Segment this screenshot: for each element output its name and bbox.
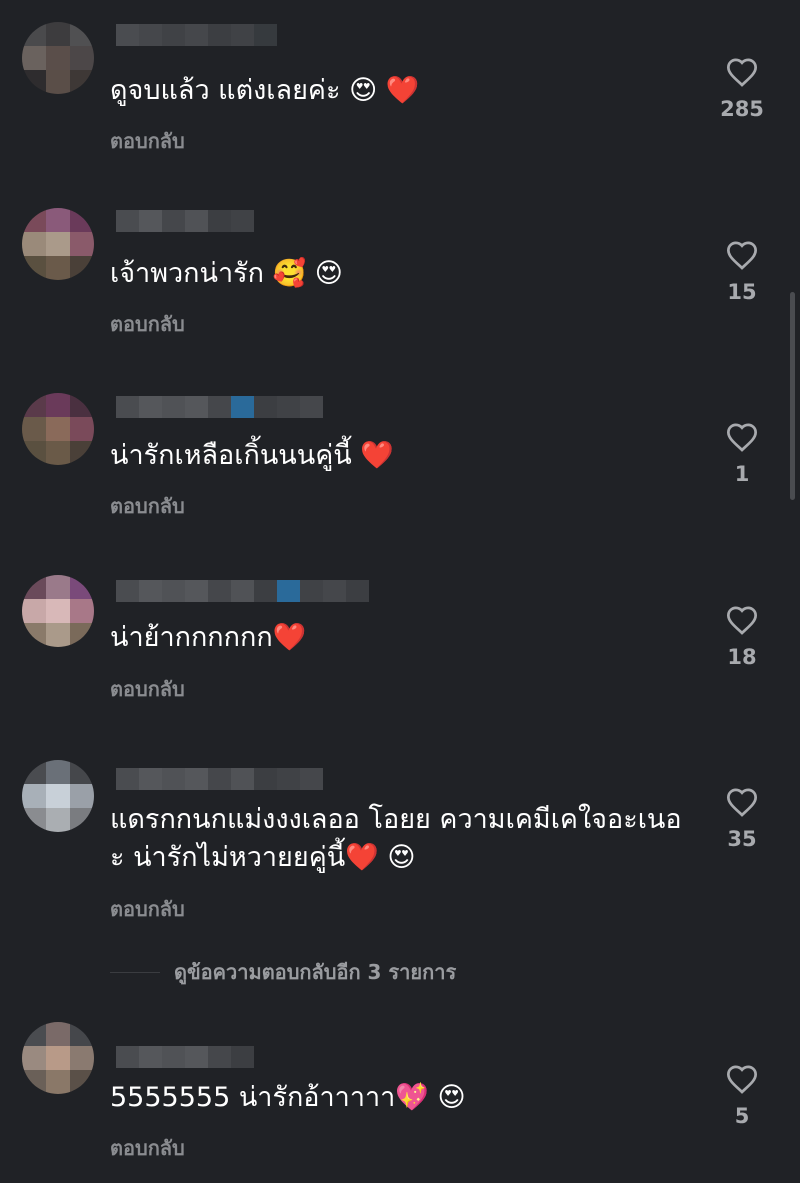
emoji: ❤️ 😍 [345,842,416,873]
username[interactable] [116,396,323,418]
comment-text: น่าย้ากกกกกก❤️ [110,622,307,653]
like-count: 1 [734,462,750,486]
comment-text: ดูจบแล้ว แต่งเลยค่ะ 😍 ❤️ [110,75,420,106]
like-button[interactable]: 15 [705,240,779,304]
username[interactable] [116,24,277,46]
divider [110,971,160,973]
comment-text: น่ารักเหลือเกิ้นนนคู่นี้ ❤️ [110,440,394,471]
reply-button[interactable]: ตอบกลับ [110,1132,185,1164]
like-button[interactable]: 18 [705,605,779,669]
username[interactable] [116,768,323,790]
heart-outline-icon [726,788,758,817]
emoji: ❤️ [272,622,307,653]
comment-text: 5555555 น่ารักอ้าาาาา💖 😍 [110,1082,466,1113]
emoji: ❤️ [360,440,394,471]
heart-outline-icon [726,423,758,452]
username[interactable] [116,580,369,602]
emoji: 😍 ❤️ [349,75,420,106]
comment-text: เจ้าพวกน่ารัก 🥰 😍 [110,258,343,289]
like-button[interactable]: 5 [705,1064,779,1128]
avatar[interactable] [22,1022,94,1094]
emoji: 💖 😍 [395,1082,466,1113]
emoji: 🥰 😍 [272,258,343,289]
avatar[interactable] [22,760,94,832]
reply-button[interactable]: ตอบกลับ [110,125,185,157]
comment-text: แดรกกนกแม่งงงเลออ โอยย ความเคมีเคใจอะเนอ… [110,801,700,877]
like-count: 285 [720,97,764,121]
like-count: 18 [727,645,757,669]
heart-outline-icon [726,241,758,270]
view-more-replies-button[interactable]: ดูข้อความตอบกลับอีก 3 รายการ [110,956,456,988]
like-count: 15 [727,280,757,304]
scrollbar[interactable] [790,292,795,500]
view-more-replies-label: ดูข้อความตอบกลับอีก 3 รายการ [174,960,457,984]
reply-button[interactable]: ตอบกลับ [110,893,185,925]
like-button[interactable]: 35 [705,787,779,851]
like-count: 35 [727,827,757,851]
reply-button[interactable]: ตอบกลับ [110,308,185,340]
heart-outline-icon [726,606,758,635]
reply-button[interactable]: ตอบกลับ [110,490,185,522]
avatar[interactable] [22,393,94,465]
like-count: 5 [734,1104,750,1128]
username[interactable] [116,210,254,232]
like-button[interactable]: 285 [705,57,779,121]
heart-outline-icon [726,1065,758,1094]
avatar[interactable] [22,22,94,94]
comment-text-line: แดรกกนกแม่งงงเลออ โอยย ความเคมีเคใจอะเนอ [110,804,682,835]
username[interactable] [116,1046,254,1068]
like-button[interactable]: 1 [705,422,779,486]
avatar[interactable] [22,575,94,647]
avatar[interactable] [22,208,94,280]
heart-outline-icon [726,58,758,87]
reply-button[interactable]: ตอบกลับ [110,673,185,705]
